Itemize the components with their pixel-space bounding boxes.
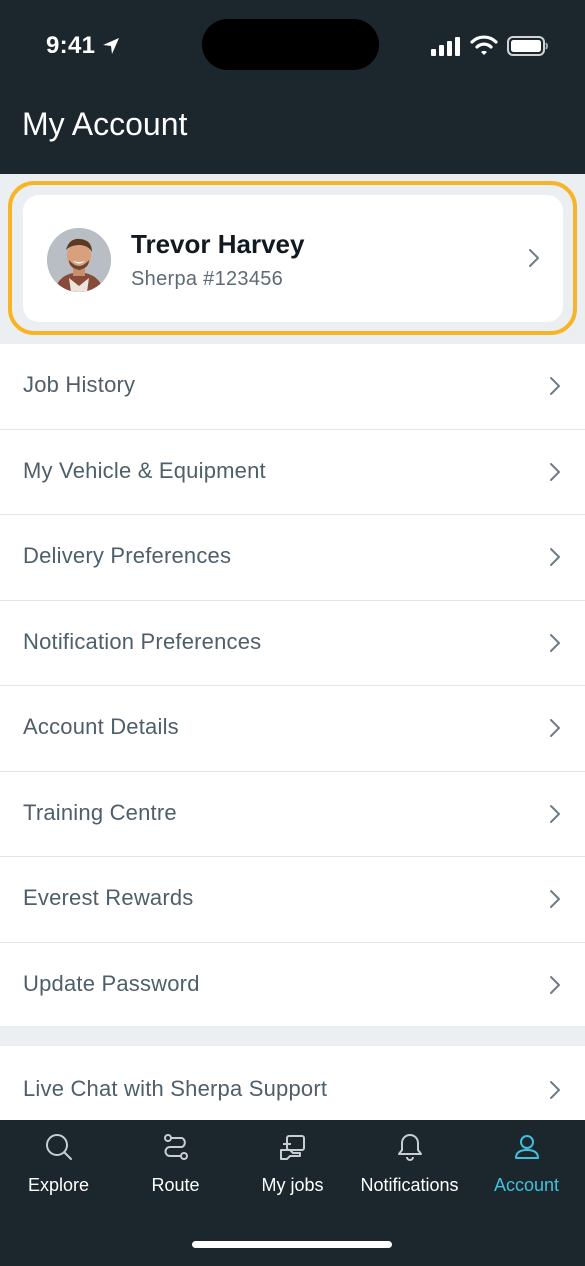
- menu-item-account-details[interactable]: Account Details: [0, 686, 585, 772]
- status-bar: 9:41: [0, 0, 585, 92]
- menu-item-label: Training Centre: [23, 799, 177, 825]
- menu-item-label: Live Chat with Sherpa Support: [23, 1076, 328, 1101]
- chevron-right-icon: [550, 804, 560, 823]
- home-indicator[interactable]: [192, 1241, 392, 1248]
- location-arrow-icon: [103, 38, 119, 54]
- avatar: [47, 228, 111, 292]
- menu-item-label: Update Password: [23, 970, 200, 996]
- chevron-right-icon: [550, 975, 560, 994]
- menu-item-label: Account Details: [23, 714, 179, 739]
- chevron-right-icon: [550, 462, 560, 481]
- chevron-right-icon: [550, 719, 560, 737]
- cellular-signal-icon: [431, 37, 460, 56]
- tab-route[interactable]: Route: [117, 1120, 234, 1210]
- profile-photo: [47, 228, 111, 292]
- profile-card[interactable]: Trevor Harvey Sherpa #123456: [23, 195, 563, 322]
- chevron-right-icon: [550, 377, 560, 395]
- chevron-right-icon: [529, 249, 539, 267]
- tab-label: My jobs: [261, 1175, 324, 1195]
- tab-account[interactable]: Account: [468, 1120, 585, 1210]
- menu-item-delivery-preferences[interactable]: Delivery Preferences: [0, 515, 585, 601]
- chevron-right-icon: [550, 890, 560, 908]
- menu-item-live-chat-support[interactable]: Live Chat with Sherpa Support: [0, 1046, 585, 1120]
- tab-label: Route: [151, 1175, 200, 1195]
- menu-item-label: Delivery Preferences: [23, 543, 232, 568]
- chevron-right-icon: [550, 633, 560, 652]
- account-menu-list: Job History My Vehicle & Equipment Deliv…: [0, 344, 585, 1028]
- dynamic-island: [202, 19, 379, 70]
- menu-item-label: Job History: [23, 372, 136, 397]
- search-icon: [46, 1134, 72, 1160]
- menu-item-label: Everest Rewards: [23, 885, 194, 910]
- chevron-right-icon: [550, 1081, 560, 1099]
- menu-item-label: My Vehicle & Equipment: [23, 457, 266, 483]
- tab-label: Notifications: [360, 1175, 459, 1195]
- profile-sherpa-id: Sherpa #123456: [131, 268, 284, 290]
- user-icon: [515, 1135, 539, 1159]
- menu-item-notification-preferences[interactable]: Notification Preferences: [0, 600, 585, 686]
- tab-notifications[interactable]: Notifications: [351, 1120, 468, 1210]
- status-time: 9:41: [46, 32, 96, 59]
- menu-item-training-centre[interactable]: Training Centre: [0, 771, 585, 857]
- tab-my-jobs[interactable]: My jobs: [234, 1120, 351, 1210]
- menu-item-job-history[interactable]: Job History: [0, 344, 585, 430]
- route-icon: [164, 1134, 188, 1160]
- menu-item-label: Notification Preferences: [23, 628, 262, 654]
- tab-explore[interactable]: Explore: [0, 1120, 117, 1210]
- jobs-icon: [280, 1135, 305, 1160]
- tab-label: Account: [493, 1175, 560, 1195]
- menu-item-vehicle-equipment[interactable]: My Vehicle & Equipment: [0, 429, 585, 515]
- page-title: My Account: [22, 106, 188, 142]
- menu-item-everest-rewards[interactable]: Everest Rewards: [0, 857, 585, 943]
- menu-item-update-password[interactable]: Update Password: [0, 942, 585, 1028]
- page-header: My Account: [0, 92, 585, 174]
- wifi-icon: [470, 35, 498, 55]
- chevron-right-icon: [550, 548, 560, 566]
- profile-name: Trevor Harvey: [131, 229, 305, 259]
- bell-icon: [398, 1134, 422, 1161]
- battery-icon: [507, 36, 548, 56]
- section-divider: [0, 1026, 585, 1046]
- tab-label: Explore: [27, 1175, 90, 1195]
- profile-section: Trevor Harvey Sherpa #123456: [0, 174, 585, 344]
